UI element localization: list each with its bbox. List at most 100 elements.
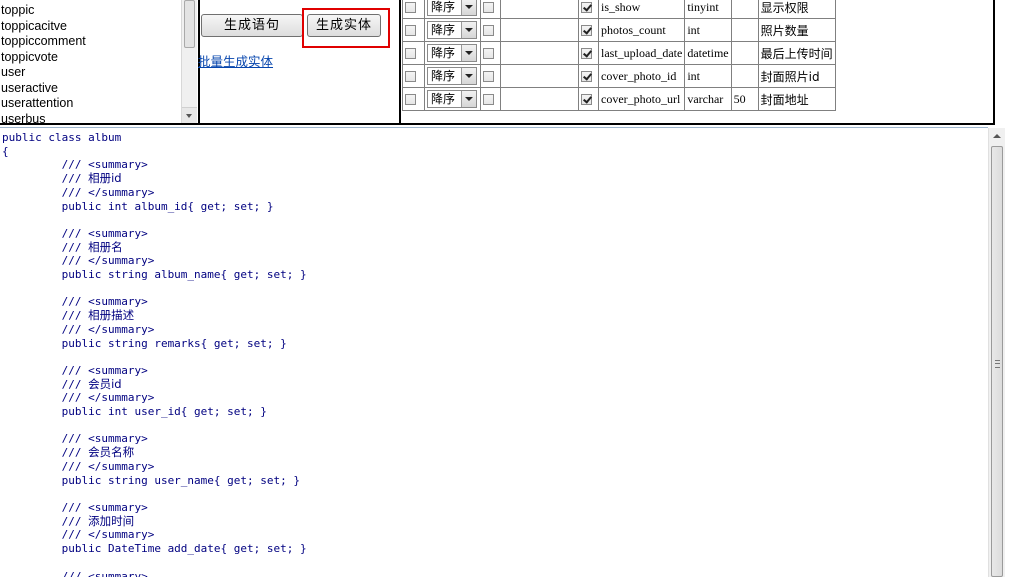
primary-key-checkbox[interactable]	[483, 2, 494, 14]
code-comment: /// <summary>	[2, 500, 148, 514]
sort-select[interactable]: 降序	[427, 44, 477, 62]
row-select-cell	[402, 41, 425, 65]
row-select-cell	[402, 0, 425, 19]
row-select-checkbox[interactable]	[405, 25, 416, 37]
blank-cell	[500, 0, 579, 19]
column-row: 降序 is_show tinyint 显示权限	[402, 0, 836, 19]
column-comment: 封面地址	[757, 87, 836, 111]
code-comment: /// </summary>	[2, 185, 155, 199]
chevron-down-icon[interactable]	[461, 91, 476, 107]
column-grid: 降序 is_show tinyint 显示权限 降序 photos_count int 照片数…	[402, 0, 836, 111]
column-type: datetime	[684, 41, 732, 65]
column-row: 降序 cover_photo_id int 封面照片id	[402, 64, 836, 88]
property-comment-text: 相册id	[88, 171, 122, 186]
row-select-checkbox[interactable]	[405, 94, 416, 106]
chevron-down-icon[interactable]	[461, 0, 476, 15]
column-row: 降序 cover_photo_url varchar 50 封面地址	[402, 87, 836, 111]
property-comment: /// 会员id	[2, 376, 122, 391]
divider	[399, 0, 401, 124]
property-comment-text: 会员名称	[88, 445, 135, 460]
table-list-item[interactable]: toppiccomment	[0, 34, 181, 50]
sort-select[interactable]: 降序	[427, 90, 477, 108]
property-comment: /// 相册描述	[2, 308, 135, 323]
table-list-item[interactable]: userattention	[0, 96, 181, 112]
primary-key-checkbox[interactable]	[483, 71, 494, 83]
property-comment: /// 会员名称	[2, 445, 135, 460]
column-comment: 封面照片id	[757, 64, 836, 88]
property-comment-text: 会员id	[88, 376, 122, 391]
pk-cell	[480, 64, 501, 88]
sort-select[interactable]: 降序	[427, 67, 477, 85]
scroll-up-icon[interactable]	[989, 128, 1005, 145]
column-length	[730, 0, 759, 19]
column-length: 50	[730, 87, 759, 111]
table-list[interactable]: toppic toppicacitve toppiccomment toppic…	[0, 0, 181, 123]
sort-select-value: 降序	[431, 23, 456, 37]
code-comment: /// <summary>	[2, 158, 148, 172]
table-list-item[interactable]: user	[0, 65, 181, 81]
column-length	[730, 41, 759, 65]
primary-key-checkbox[interactable]	[483, 25, 494, 37]
chevron-down-icon[interactable]	[461, 68, 476, 84]
sort-select[interactable]: 降序	[427, 0, 477, 16]
divider	[0, 123, 995, 125]
highlight-box	[302, 8, 390, 48]
column-type: varchar	[684, 87, 732, 111]
include-column-checkbox[interactable]	[581, 2, 592, 14]
chevron-down-icon[interactable]	[461, 22, 476, 38]
property-declaration: public int album_id{ get; set; }	[2, 199, 274, 213]
code-output[interactable]: public class album{ /// <summary> /// 相册…	[0, 127, 988, 577]
scroll-down-icon[interactable]	[182, 107, 197, 123]
generate-sql-button[interactable]: 生成语句	[201, 14, 303, 37]
property-comment: /// 添加时间	[2, 513, 135, 528]
row-select-checkbox[interactable]	[405, 2, 416, 14]
include-cell	[578, 87, 599, 111]
sort-cell: 降序	[424, 0, 481, 19]
property-comment: /// 相册名	[2, 239, 123, 254]
scrollbar-thumb[interactable]	[991, 146, 1003, 577]
include-column-checkbox[interactable]	[581, 94, 592, 106]
sort-select-value: 降序	[431, 69, 456, 83]
blank-cell	[500, 18, 579, 42]
include-column-checkbox[interactable]	[581, 48, 592, 60]
include-column-checkbox[interactable]	[581, 71, 592, 83]
code-scrollbar[interactable]	[988, 128, 1005, 577]
blank-cell	[500, 87, 579, 111]
property-comment: /// 相册id	[2, 171, 122, 186]
row-select-cell	[402, 87, 425, 111]
scrollbar-thumb[interactable]	[184, 0, 195, 48]
table-list-item[interactable]: toppicvote	[0, 50, 181, 66]
column-name: last_upload_date	[597, 41, 686, 65]
pk-cell	[480, 87, 501, 111]
row-select-checkbox[interactable]	[405, 71, 416, 83]
primary-key-checkbox[interactable]	[483, 94, 494, 106]
column-row: 降序 last_upload_date datetime 最后上传时间	[402, 41, 836, 65]
table-list-item[interactable]: toppicacitve	[0, 19, 181, 35]
divider	[993, 0, 995, 124]
table-list-item[interactable]: toppic	[0, 3, 181, 19]
table-list-scrollbar[interactable]	[181, 0, 197, 123]
sort-cell: 降序	[424, 41, 481, 65]
batch-generate-link[interactable]: 批量生成实体	[198, 51, 273, 70]
class-declaration: public class album	[2, 131, 122, 144]
row-select-checkbox[interactable]	[405, 48, 416, 60]
include-column-checkbox[interactable]	[581, 25, 592, 37]
code-comment: /// </summary>	[2, 459, 155, 473]
table-list-item[interactable]: userbus	[0, 112, 181, 124]
primary-key-checkbox[interactable]	[483, 48, 494, 60]
code-comment: /// <summary>	[2, 569, 148, 577]
sort-select[interactable]: 降序	[427, 21, 477, 39]
column-type: tinyint	[684, 0, 732, 19]
property-declaration: public DateTime add_date{ get; set; }	[2, 542, 307, 556]
table-list-item[interactable]: useractive	[0, 81, 181, 97]
property-comment-text: 添加时间	[88, 513, 135, 528]
chevron-down-icon[interactable]	[461, 45, 476, 61]
property-declaration: public int user_id{ get; set; }	[2, 405, 267, 419]
code-line: {	[2, 144, 9, 158]
pk-cell	[480, 41, 501, 65]
column-name: photos_count	[597, 18, 686, 42]
column-type: int	[684, 18, 732, 42]
code-comment: /// <summary>	[2, 226, 148, 240]
